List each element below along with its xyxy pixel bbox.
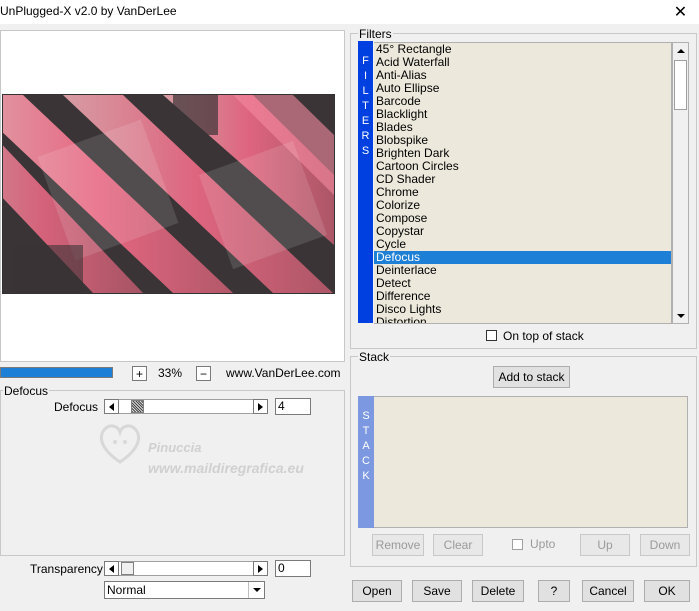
on-top-checkbox[interactable] bbox=[486, 330, 497, 341]
transparency-label: Transparency bbox=[30, 562, 103, 576]
tab-letter: L bbox=[362, 85, 369, 97]
on-top-label: On top of stack bbox=[503, 329, 584, 343]
chevron-down-icon[interactable] bbox=[248, 582, 264, 598]
filter-item[interactable]: Deinterlace bbox=[374, 264, 671, 277]
filter-item[interactable]: Distortion bbox=[374, 316, 671, 324]
watermark-heart-icon bbox=[99, 424, 141, 464]
blend-mode-select[interactable]: Normal bbox=[104, 581, 265, 599]
filters-scrollbar[interactable] bbox=[672, 42, 689, 324]
down-button[interactable]: Down bbox=[640, 534, 690, 556]
tab-letter: R bbox=[361, 130, 370, 142]
up-button[interactable]: Up bbox=[580, 534, 630, 556]
cancel-button[interactable]: Cancel bbox=[582, 580, 634, 602]
tab-letter: I bbox=[363, 70, 368, 82]
blend-mode-value: Normal bbox=[107, 583, 146, 597]
scroll-up-button[interactable] bbox=[673, 43, 688, 58]
tab-letter: E bbox=[361, 115, 370, 127]
zoom-level: 33% bbox=[158, 366, 183, 380]
transparency-value-field[interactable]: 0 bbox=[275, 560, 311, 577]
tab-letter: S bbox=[361, 145, 370, 157]
progress-bar bbox=[0, 367, 113, 378]
zoom-out-button[interactable]: − bbox=[196, 366, 211, 381]
transparency-increase-button[interactable] bbox=[253, 561, 268, 576]
clear-button[interactable]: Clear bbox=[433, 534, 483, 556]
tab-letter: K bbox=[362, 470, 370, 482]
stack-list[interactable] bbox=[374, 396, 688, 528]
scroll-thumb[interactable] bbox=[674, 60, 687, 110]
tab-letter: T bbox=[362, 100, 369, 112]
defocus-value-field[interactable]: 4 bbox=[275, 398, 311, 415]
arrow-right-icon bbox=[258, 564, 263, 573]
zoom-in-button[interactable]: + bbox=[132, 366, 147, 381]
remove-button[interactable]: Remove bbox=[372, 534, 424, 556]
close-icon: ✕ bbox=[673, 4, 688, 21]
stack-tab[interactable]: STACK bbox=[358, 396, 374, 528]
arrow-right-icon bbox=[258, 402, 263, 411]
chevron-down-icon bbox=[676, 313, 685, 318]
close-button[interactable]: ✕ bbox=[662, 0, 699, 24]
defocus-slider[interactable] bbox=[119, 399, 253, 414]
ok-button[interactable]: OK bbox=[644, 580, 690, 602]
arrow-left-icon bbox=[109, 564, 114, 573]
tab-letter: S bbox=[362, 410, 370, 422]
transparency-slider[interactable] bbox=[119, 561, 253, 576]
window-title: UnPlugged-X v2.0 by VanDerLee bbox=[0, 4, 177, 18]
filter-item[interactable]: Copystar bbox=[374, 225, 671, 238]
filters-tab[interactable]: FILTERS bbox=[358, 41, 373, 323]
parameters-legend: Defocus bbox=[3, 384, 50, 398]
upto-label: Upto bbox=[530, 537, 556, 551]
arrow-left-icon bbox=[109, 402, 114, 411]
defocus-decrease-button[interactable] bbox=[104, 399, 119, 414]
preview-image[interactable] bbox=[2, 94, 335, 294]
add-to-stack-button[interactable]: Add to stack bbox=[493, 366, 570, 388]
filters-list[interactable]: 45° Rectangle Acid Waterfall Anti-Alias Aut… bbox=[374, 42, 672, 324]
filter-item[interactable]: Blacklight bbox=[374, 108, 671, 121]
website-link[interactable]: www.VanDerLee.com bbox=[226, 366, 341, 380]
defocus-slider-thumb[interactable] bbox=[131, 400, 144, 413]
defocus-increase-button[interactable] bbox=[253, 399, 268, 414]
stack-legend: Stack bbox=[358, 350, 391, 364]
scroll-down-button[interactable] bbox=[673, 308, 688, 323]
transparency-decrease-button[interactable] bbox=[104, 561, 119, 576]
chevron-up-icon bbox=[676, 48, 685, 53]
transparency-slider-thumb[interactable] bbox=[121, 562, 134, 575]
filters-legend: Filters bbox=[358, 27, 393, 41]
tab-letter: F bbox=[362, 55, 369, 67]
save-button[interactable]: Save bbox=[412, 580, 462, 602]
divider bbox=[0, 555, 345, 556]
delete-button[interactable]: Delete bbox=[472, 580, 524, 602]
open-button[interactable]: Open bbox=[352, 580, 402, 602]
watermark-site: www.maildiregrafica.eu bbox=[148, 460, 304, 476]
tab-letter: T bbox=[362, 425, 370, 437]
preview-artwork bbox=[3, 95, 334, 293]
upto-checkbox[interactable] bbox=[512, 539, 523, 550]
tab-letter: C bbox=[362, 455, 370, 467]
help-button[interactable]: ? bbox=[538, 580, 570, 602]
tab-letter: A bbox=[362, 440, 370, 452]
watermark-name: Pinuccia bbox=[148, 440, 202, 455]
defocus-label: Defocus bbox=[54, 400, 99, 414]
